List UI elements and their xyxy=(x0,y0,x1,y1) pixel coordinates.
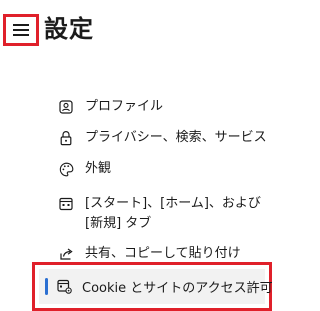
nav-item-cookies-site-permissions[interactable]: Cookie とサイトのアクセス許可 xyxy=(39,269,273,304)
nav-item-label: プロファイル xyxy=(85,99,164,114)
palette-icon xyxy=(58,159,74,179)
nav-item-label: 共有、コピーして貼り付け xyxy=(85,246,241,261)
nav-item-appearance[interactable]: 外観 xyxy=(58,159,275,179)
nav-item-label: [スタート]、[ホーム]、および [新規] タブ xyxy=(85,196,261,231)
nav-item-label: 外観 xyxy=(85,161,112,176)
hamburger-menu-icon xyxy=(13,24,29,36)
nav-item-profile[interactable]: プロファイル xyxy=(58,97,275,117)
page-title: 設定 xyxy=(44,15,94,43)
nav-item-share-copy-paste[interactable]: 共有、コピーして貼り付け xyxy=(58,244,275,264)
nav-item-label: プライバシー、検索、サービス xyxy=(85,130,267,145)
home-tab-icon xyxy=(58,194,74,214)
selection-indicator xyxy=(45,278,48,295)
nav-item-privacy[interactable]: プライバシー、検索、サービス xyxy=(58,128,275,148)
nav-item-label: Cookie とサイトのアクセス許可 xyxy=(82,281,273,296)
menu-button[interactable] xyxy=(3,14,39,46)
cookie-site-permissions-icon xyxy=(57,279,73,295)
profile-icon xyxy=(58,97,74,117)
settings-page: 設定 プロファイル プライバシー、検索、サービス 外観 [スタート]、[ホーム]… xyxy=(0,0,289,311)
highlight-frame: Cookie とサイトのアクセス許可 xyxy=(32,262,273,311)
share-icon xyxy=(58,244,74,264)
lock-icon xyxy=(58,128,74,148)
nav-item-start-home-newtab[interactable]: [スタート]、[ホーム]、および [新規] タブ xyxy=(58,194,275,234)
